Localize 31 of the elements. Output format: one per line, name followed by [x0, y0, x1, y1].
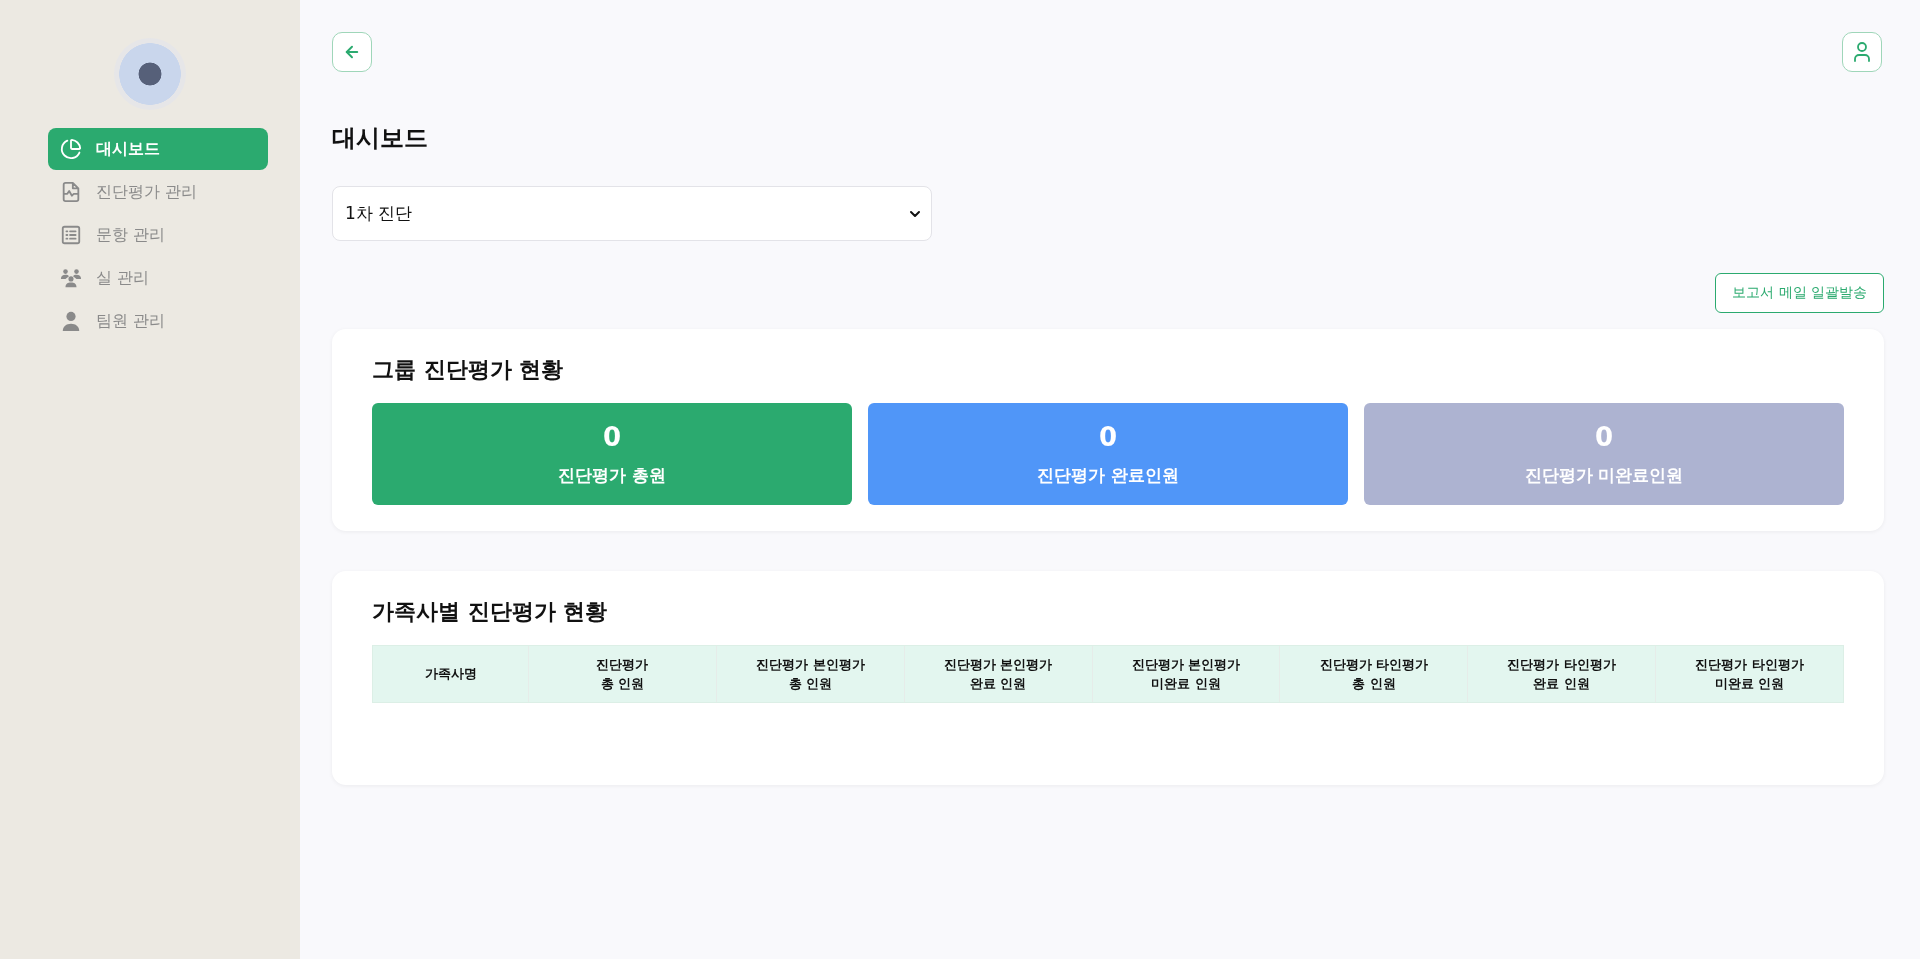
column-header: 진단평가 본인평가 총 인원 — [715, 646, 904, 702]
stat-value: 0 — [1594, 421, 1614, 452]
people-icon — [60, 267, 82, 289]
sidebar-item[interactable]: 대시보드 — [48, 128, 268, 170]
pie-chart-icon — [60, 138, 82, 160]
column-header: 가족사명 — [423, 665, 478, 684]
send-report-button[interactable]: 보고서 메일 일괄발송 — [1715, 273, 1884, 313]
column-header: 진단평가 본인평가 미완료 인원 — [1091, 646, 1280, 702]
sidebar-item[interactable]: 진단평가 관리 — [48, 171, 268, 213]
sidebar-item[interactable]: 실 관리 — [48, 257, 268, 299]
list-icon — [60, 224, 82, 246]
column-header: 진단평가 타인평가 총 인원 — [1279, 646, 1468, 702]
stat-value: 0 — [1098, 421, 1118, 452]
sidebar-item[interactable]: 문항 관리 — [48, 214, 268, 256]
profile-button[interactable] — [1842, 32, 1882, 72]
stat-label: 진단평가 총원 — [558, 463, 666, 487]
page-title: 대시보드 — [332, 123, 429, 154]
column-header: 진단평가 본인평가 완료 인원 — [903, 646, 1092, 702]
round-select[interactable]: 1차 진단 — [332, 186, 932, 241]
card-title: 가족사별 진단평가 현황 — [372, 598, 609, 626]
stat-value: 0 — [602, 421, 622, 452]
card-title: 그룹 진단평가 현황 — [372, 356, 565, 384]
file-pulse-icon — [60, 181, 82, 203]
back-button[interactable] — [332, 32, 372, 72]
person-icon — [60, 310, 82, 332]
column-header: 진단평가 타인평가 완료 인원 — [1467, 646, 1656, 702]
column-header: 진단평가 총 인원 — [528, 646, 716, 702]
stat-label: 진단평가 완료인원 — [1037, 463, 1179, 487]
stat-label: 진단평가 미완료인원 — [1524, 463, 1684, 487]
column-header: 진단평가 타인평가 미완료 인원 — [1655, 646, 1843, 702]
sidebar-item[interactable]: 팀원 관리 — [48, 300, 268, 342]
